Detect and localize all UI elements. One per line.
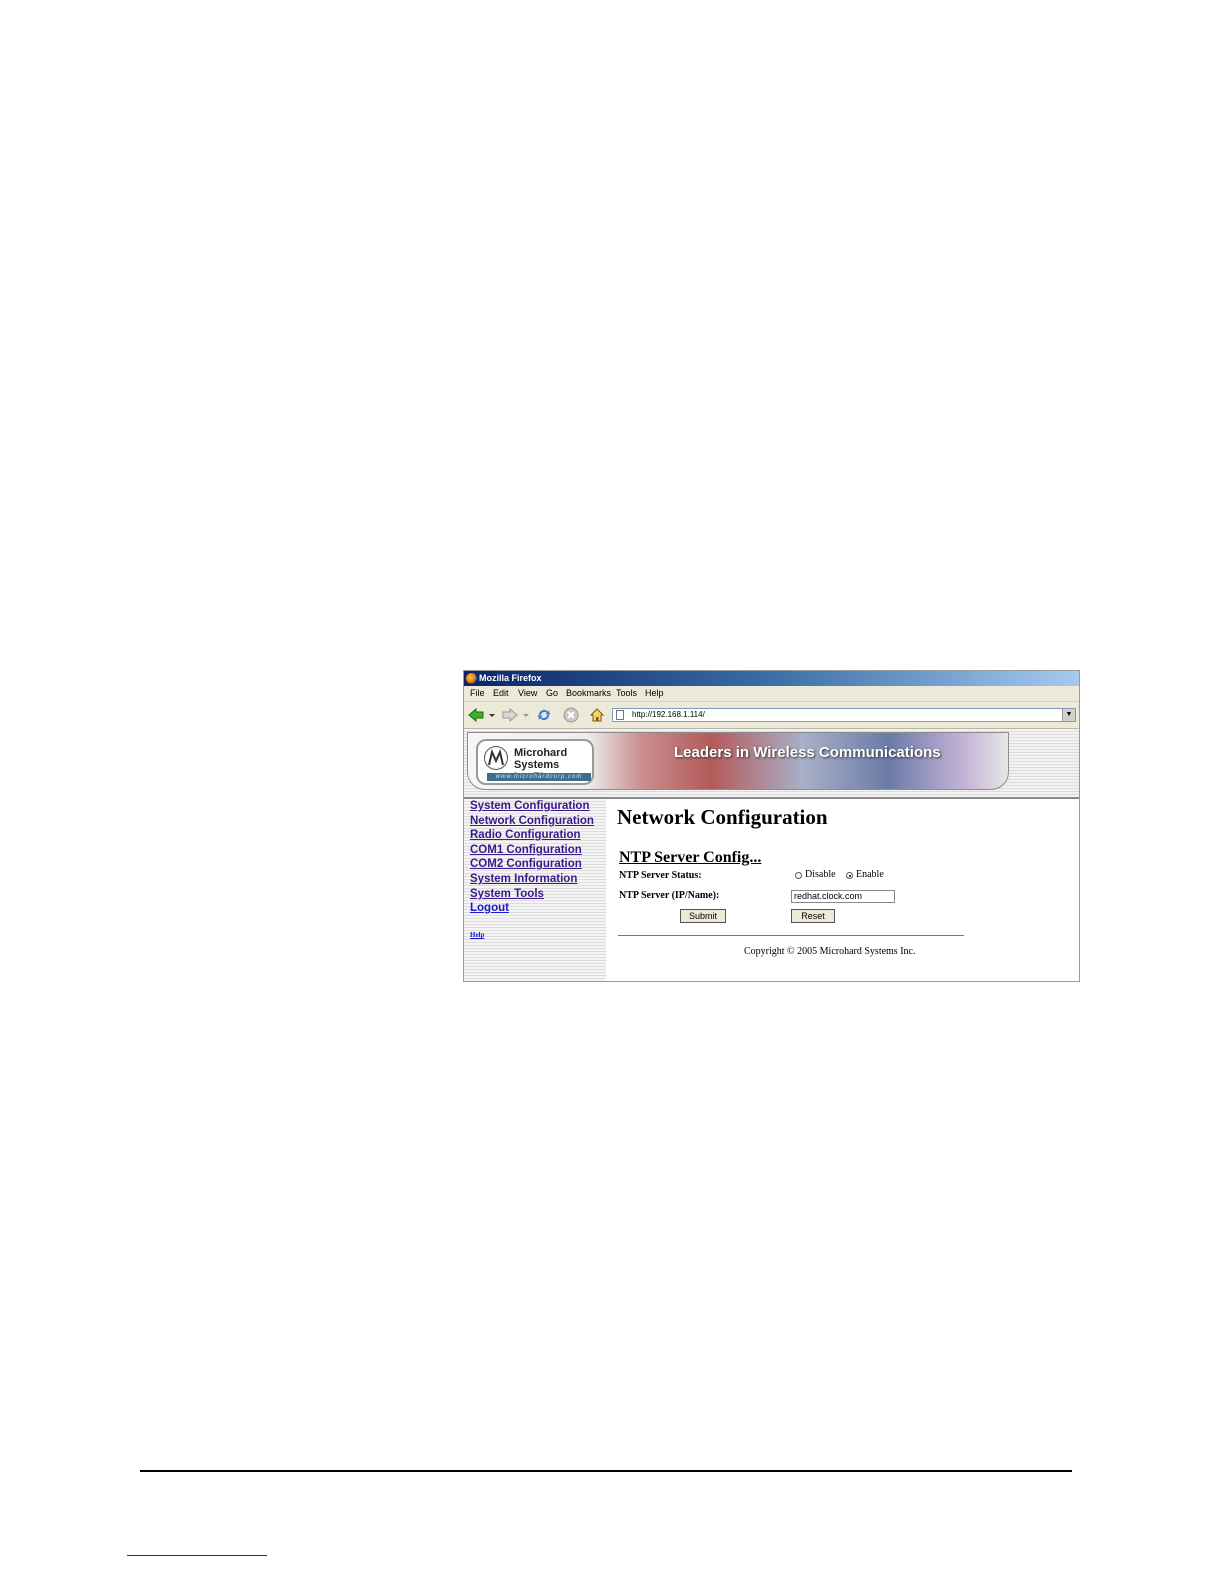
sidebar-item-network-configuration[interactable]: Network Configuration — [470, 815, 594, 827]
menu-file[interactable]: File — [470, 686, 485, 701]
menu-tools[interactable]: Tools — [616, 686, 637, 701]
header-banner: Microhard Systems Inc.™ www.microhardcor… — [464, 729, 1079, 799]
sidebar-item-system-tools[interactable]: System Tools — [470, 888, 544, 900]
help-link[interactable]: Help — [470, 931, 484, 939]
back-arrow-icon[interactable] — [468, 707, 484, 723]
main-content: Network Configuration NTP Server Config.… — [614, 799, 1079, 981]
window-title: Mozilla Firefox — [479, 673, 542, 683]
disable-radio[interactable] — [795, 872, 802, 879]
title-bar: Mozilla Firefox — [464, 671, 1079, 686]
ntp-server-label: NTP Server (IP/Name): — [619, 890, 720, 901]
home-icon[interactable] — [589, 707, 605, 723]
section-title: NTP Server Config... — [619, 849, 762, 866]
copyright-text: Copyright © 2005 Microhard Systems Inc. — [744, 946, 916, 957]
forward-arrow-icon[interactable] — [502, 707, 518, 723]
footer-divider — [140, 1470, 1072, 1472]
ntp-status-label: NTP Server Status: — [619, 870, 702, 881]
back-dropdown-icon[interactable] — [488, 707, 496, 723]
company-logo: Microhard Systems Inc.™ www.microhardcor… — [476, 739, 594, 785]
menu-bookmarks[interactable]: Bookmarks — [566, 686, 611, 701]
sidebar-item-com2-configuration[interactable]: COM2 Configuration — [470, 858, 582, 870]
disable-radio-label: Disable — [805, 869, 836, 880]
reset-button[interactable]: Reset — [791, 909, 835, 923]
url-text: http://192.168.1.114/ — [632, 710, 705, 719]
banner-frame: Microhard Systems Inc.™ www.microhardcor… — [467, 732, 1009, 790]
microhard-logo-icon — [484, 746, 508, 770]
menu-view[interactable]: View — [518, 686, 537, 701]
forward-dropdown-icon[interactable] — [522, 707, 530, 723]
divider — [618, 935, 964, 936]
sidebar: System Configuration Network Configurati… — [464, 799, 606, 981]
enable-radio[interactable] — [846, 872, 853, 879]
sidebar-item-logout[interactable]: Logout — [470, 902, 509, 914]
sidebar-item-com1-configuration[interactable]: COM1 Configuration — [470, 844, 582, 856]
submit-button[interactable]: Submit — [680, 909, 726, 923]
chevron-down-icon[interactable]: ▼ — [1062, 709, 1075, 721]
stop-icon[interactable] — [563, 707, 579, 723]
sidebar-item-radio-configuration[interactable]: Radio Configuration — [470, 829, 581, 841]
menu-help[interactable]: Help — [645, 686, 664, 701]
sidebar-item-system-configuration[interactable]: System Configuration — [470, 800, 589, 812]
enable-radio-label: Enable — [856, 869, 884, 880]
ntp-server-input[interactable]: redhat.clock.com — [791, 890, 895, 903]
reload-icon[interactable] — [536, 707, 552, 723]
sidebar-item-system-information[interactable]: System Information — [470, 873, 577, 885]
menu-go[interactable]: Go — [546, 686, 558, 701]
banner-tagline: Leaders in Wireless Communications — [674, 744, 941, 761]
page-title: Network Configuration — [617, 805, 828, 829]
browser-window: Mozilla Firefox File Edit View Go Bookma… — [463, 670, 1080, 982]
address-bar[interactable]: http://192.168.1.114/ ▼ — [612, 708, 1076, 722]
logo-line-1: Microhard — [514, 747, 568, 759]
firefox-icon — [466, 673, 477, 684]
footer-link-underline — [127, 1555, 267, 1556]
page-icon — [616, 710, 624, 720]
menu-edit[interactable]: Edit — [493, 686, 509, 701]
menu-bar: File Edit View Go Bookmarks Tools Help — [464, 686, 1079, 702]
logo-url: www.microhardcorp.com — [487, 773, 591, 781]
